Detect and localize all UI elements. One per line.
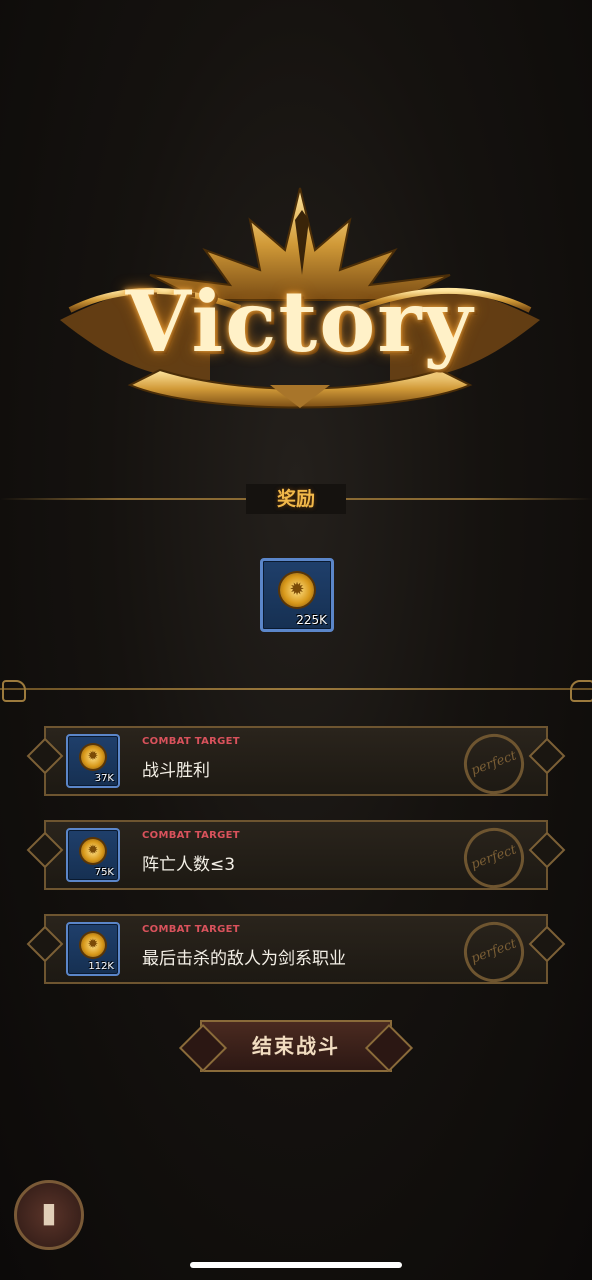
combat-target-label: COMBAT TARGET: [142, 736, 240, 747]
reward-section-title: 奖励: [246, 484, 346, 514]
task-reward-tile[interactable]: 37K: [66, 734, 120, 788]
gold-coin-icon: [81, 933, 105, 957]
task-reward-quantity: 112K: [88, 961, 114, 972]
battle-stats-button[interactable]: ▮: [14, 1180, 84, 1250]
section-divider: [0, 688, 592, 690]
gold-coin-icon: [81, 839, 105, 863]
divider-ornament-left: [2, 680, 26, 702]
combat-target-text: 阵亡人数≤3: [142, 855, 236, 875]
row-ornament-right: [528, 925, 566, 963]
task-reward-quantity: 75K: [94, 867, 114, 878]
task-reward-tile[interactable]: 75K: [66, 828, 120, 882]
task-reward-quantity: 37K: [94, 773, 114, 784]
combat-target-label: COMBAT TARGET: [142, 830, 240, 841]
victory-title: Victory: [125, 272, 475, 371]
combat-target-text: 最后击杀的敌人为剑系职业: [142, 949, 346, 969]
row-ornament-right: [528, 831, 566, 869]
bar-chart-icon: ▮: [41, 1196, 57, 1229]
gold-coin-icon: [280, 572, 314, 607]
perfect-stamp-icon: perfect: [455, 819, 533, 897]
perfect-stamp-icon: perfect: [455, 725, 533, 803]
gold-coin-icon: [81, 745, 105, 769]
row-ornament-right: [528, 737, 566, 775]
row-ornament-left: [26, 831, 64, 869]
combat-target-row: 37K COMBAT TARGET 战斗胜利 perfect: [26, 725, 566, 803]
reward-item-quantity: 225K: [296, 613, 327, 627]
perfect-stamp-icon: perfect: [455, 913, 533, 991]
combat-target-text: 战斗胜利: [142, 761, 210, 781]
row-ornament-left: [26, 925, 64, 963]
reward-item-tile[interactable]: 225K: [260, 558, 334, 632]
end-battle-button[interactable]: 结束战斗: [200, 1020, 392, 1072]
task-reward-tile[interactable]: 112K: [66, 922, 120, 976]
combat-target-label: COMBAT TARGET: [142, 924, 240, 935]
divider-ornament-right: [570, 680, 592, 702]
combat-target-row: 75K COMBAT TARGET 阵亡人数≤3 perfect: [26, 819, 566, 897]
victory-emblem: Victory: [40, 180, 560, 420]
row-ornament-left: [26, 737, 64, 775]
combat-target-row: 112K COMBAT TARGET 最后击杀的敌人为剑系职业 perfect: [26, 913, 566, 991]
home-indicator[interactable]: [190, 1262, 402, 1268]
